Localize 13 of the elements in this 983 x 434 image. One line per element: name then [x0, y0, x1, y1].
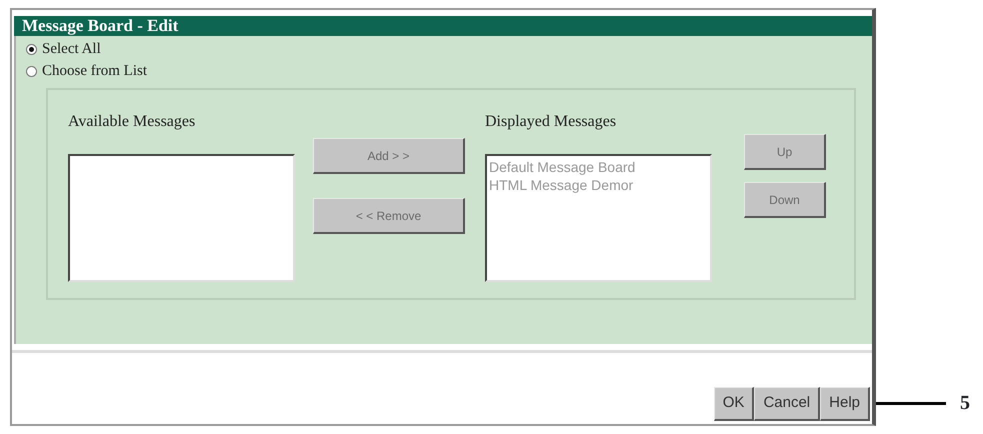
window-title: Message Board - Edit	[14, 16, 872, 36]
radio-label[interactable]: Choose from List	[42, 60, 147, 82]
callout-number: 5	[960, 391, 970, 416]
list-label: Available Messages	[68, 112, 196, 132]
leader-line	[876, 402, 946, 404]
cancel-button[interactable]: Cancel	[754, 387, 820, 421]
ok-button[interactable]: OK	[714, 387, 754, 421]
radio-label[interactable]: Select All	[42, 38, 101, 60]
radio-button[interactable]	[26, 66, 37, 76]
help-button[interactable]: Help	[820, 387, 870, 421]
available-list[interactable]	[68, 154, 295, 282]
radio-button[interactable]	[26, 44, 37, 54]
list-label: Displayed Messages	[485, 112, 618, 132]
